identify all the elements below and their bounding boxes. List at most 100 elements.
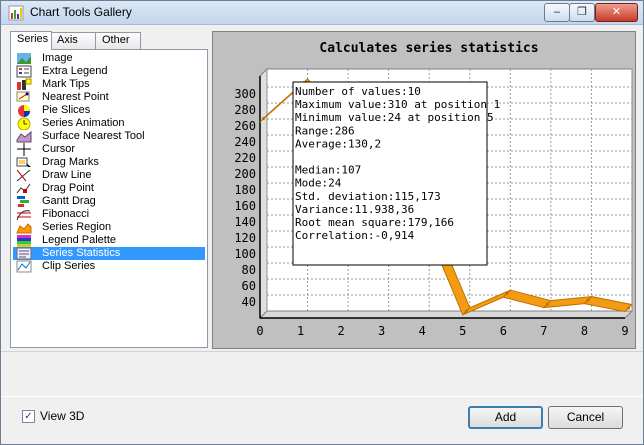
x-tick-label: 0 — [256, 324, 263, 338]
y-tick-label: 140 — [234, 215, 256, 229]
tab-axis-label: Axis — [57, 34, 78, 46]
series-point — [505, 292, 509, 296]
tab-other[interactable]: Other — [95, 32, 141, 49]
x-tick-label: 3 — [378, 324, 385, 338]
add-button-label: Add — [494, 410, 517, 424]
tool-item-extra-legend[interactable]: Extra Legend — [13, 65, 205, 78]
y-tick-label: 240 — [234, 135, 256, 149]
tool-item-series-statistics[interactable]: Series Statistics — [13, 247, 205, 260]
statistics-line: Number of values:10 — [295, 85, 421, 98]
chart-tools-gallery-window: Chart Tools Gallery – ❐ ✕ Series Axis Ot… — [0, 0, 644, 445]
tool-item-label: Pie Slices — [42, 104, 91, 116]
minimize-button[interactable]: – — [544, 3, 570, 22]
statistics-line: Root mean square:179,166 — [295, 216, 454, 229]
tab-axis[interactable]: Axis — [50, 32, 97, 49]
tool-item-label: Surface Nearest Tool — [42, 130, 145, 142]
y-tick-label: 220 — [234, 151, 256, 165]
tool-item-draw-line[interactable]: Draw Line — [13, 169, 205, 182]
tool-item-clip-series[interactable]: Clip Series — [13, 260, 205, 273]
surface-nearest-icon — [16, 130, 32, 143]
x-tick-label: 1 — [297, 324, 304, 338]
title-bar[interactable]: Chart Tools Gallery – ❐ ✕ — [1, 1, 643, 25]
y-tick-label: 200 — [234, 167, 256, 181]
x-tick-label: 4 — [419, 324, 426, 338]
app-chart-icon — [8, 5, 24, 21]
nearest-point-icon — [16, 91, 30, 102]
legend-palette-icon — [17, 235, 31, 247]
tool-item-fibonacci[interactable]: Fibonacci — [13, 208, 205, 221]
statistics-box: Number of values:10Maximum value:310 at … — [292, 81, 500, 266]
plot-floor — [258, 310, 634, 319]
tool-item-label: Nearest Point — [42, 91, 109, 103]
minimize-icon: – — [553, 6, 561, 18]
cancel-button-label: Cancel — [566, 410, 605, 424]
statistics-line: Std. deviation:115,173 — [295, 190, 441, 203]
y-tick-label: 40 — [242, 295, 256, 309]
chart-preview-panel: Calculates series statistics 40 60 80 100 12… — [212, 31, 636, 349]
view-3d-label[interactable]: View 3D — [40, 409, 84, 423]
statistics-line: Average:130,2 — [295, 137, 381, 150]
statistics-line: Correlation:-0,914 — [295, 229, 415, 242]
x-tick-label: 6 — [500, 324, 507, 338]
fibonacci-icon — [16, 210, 31, 221]
extra-legend-icon — [16, 65, 32, 78]
series-animation-icon — [17, 117, 31, 130]
tool-item-label: Series Animation — [42, 117, 125, 129]
mark-tips-icon — [17, 78, 32, 90]
drag-point-icon — [16, 183, 31, 194]
tool-item-series-animation[interactable]: Series Animation — [13, 117, 205, 130]
y-tick-label: 120 — [234, 231, 256, 245]
tool-item-mark-tips[interactable]: Mark Tips — [13, 78, 205, 91]
y-tick-label: 100 — [234, 247, 256, 261]
y-tick-label: 60 — [242, 279, 256, 293]
x-tick-label: 2 — [337, 324, 344, 338]
y-axis-tick-labels: 40 60 80 100 120 140 160 180 200 220 240 260 280 300 — [234, 87, 256, 309]
check-mark-icon: ✓ — [24, 411, 33, 422]
separator-strip — [1, 351, 643, 397]
drag-marks-icon — [16, 157, 31, 169]
tool-item-drag-point[interactable]: Drag Point — [13, 182, 205, 195]
tool-item-label: Cursor — [42, 143, 76, 155]
x-axis-tick-labels: 0 1 2 3 4 5 6 7 8 9 — [256, 324, 628, 338]
series-point — [262, 117, 265, 120]
close-icon: ✕ — [611, 6, 622, 18]
tab-other-label: Other — [102, 34, 130, 46]
restore-button[interactable]: ❐ — [569, 3, 595, 22]
gantt-drag-icon — [17, 196, 29, 207]
plot-left-wall — [259, 67, 268, 320]
tool-item-pie-slices[interactable]: Pie Slices — [13, 104, 205, 117]
statistics-line: Maximum value:310 at position 1 — [295, 98, 500, 111]
series-point — [464, 309, 468, 313]
tool-item-drag-marks[interactable]: Drag Marks — [13, 156, 205, 169]
clip-series-icon — [16, 260, 32, 273]
view-3d-checkbox[interactable]: ✓ — [22, 410, 35, 423]
tool-item-surface-nearest-tool[interactable]: Surface Nearest Tool — [13, 130, 205, 143]
tool-item-label: Gantt Drag — [42, 195, 96, 207]
tool-item-gantt-drag[interactable]: Gantt Drag — [13, 195, 205, 208]
tool-item-label: Fibonacci — [42, 208, 90, 220]
x-tick-label: 8 — [581, 324, 588, 338]
statistics-line: Median:107 — [295, 164, 361, 177]
pie-slices-icon — [18, 105, 30, 117]
tool-item-legend-palette[interactable]: Legend Palette — [13, 234, 205, 247]
cancel-button[interactable]: Cancel — [548, 406, 623, 429]
image-icon — [17, 53, 31, 64]
tool-item-label: Series Statistics — [42, 247, 121, 259]
tool-item-image[interactable]: Image — [13, 52, 205, 65]
tool-item-series-region[interactable]: Series Region — [13, 221, 205, 234]
cursor-icon — [17, 143, 31, 156]
statistics-line: Mode:24 — [295, 177, 342, 190]
y-tick-label: 80 — [242, 263, 256, 277]
close-button[interactable]: ✕ — [595, 3, 638, 22]
tools-list-panel: Image Extra Legend Mark Tips Nearest Point P… — [10, 49, 208, 348]
tab-series[interactable]: Series — [10, 31, 52, 50]
tools-list[interactable]: Image Extra Legend Mark Tips Nearest Point P… — [13, 52, 205, 273]
y-tick-label: 300 — [234, 87, 256, 101]
series-point — [627, 306, 630, 310]
tool-item-label: Draw Line — [42, 169, 92, 181]
tool-item-label: Extra Legend — [42, 65, 108, 77]
tool-item-nearest-point[interactable]: Nearest Point — [13, 91, 205, 104]
tool-item-cursor[interactable]: Cursor — [13, 143, 205, 156]
add-button[interactable]: Add — [468, 406, 543, 429]
statistics-line: Minimum value:24 at position 5 — [295, 111, 494, 124]
